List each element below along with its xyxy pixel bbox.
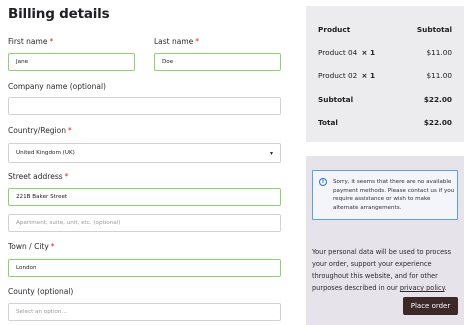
- street-address-line2-field[interactable]: Apartment, suite, unit, etc. (optional): [8, 214, 281, 232]
- order-line-item: Product 02 × 1 $11.00: [318, 70, 452, 80]
- summary-header: Product Subtotal: [318, 24, 452, 34]
- county-select[interactable]: Select an option…: [8, 303, 281, 321]
- first-name-field[interactable]: Jane: [8, 53, 135, 71]
- chevron-down-icon: ▾: [269, 150, 273, 157]
- required-marker: *: [50, 242, 55, 251]
- billing-title: Billing details: [8, 6, 110, 22]
- company-label: Company name (optional): [8, 82, 106, 91]
- town-field[interactable]: London: [8, 259, 281, 277]
- country-label: Country/Region *: [8, 126, 72, 135]
- info-icon: i: [319, 178, 327, 186]
- place-order-button[interactable]: Place order: [403, 297, 458, 315]
- first-name-label: First name *: [8, 37, 54, 46]
- privacy-notice: Your personal data will be used to proce…: [312, 248, 452, 292]
- required-marker: *: [68, 126, 72, 135]
- total-row: Total $22.00: [318, 117, 452, 127]
- payment-section: i Sorry, it seems that there are no avai…: [306, 156, 464, 325]
- billing-section: Billing details First name * Jane Last na…: [0, 0, 290, 325]
- no-payment-methods-notice: i Sorry, it seems that there are no avai…: [312, 170, 458, 220]
- last-name-field[interactable]: Doe: [154, 53, 281, 71]
- required-marker: *: [64, 172, 69, 181]
- privacy-policy-link[interactable]: privacy policy: [400, 284, 445, 292]
- company-field[interactable]: [8, 97, 281, 115]
- last-name-label: Last name *: [154, 37, 200, 46]
- notice-text: Sorry, it seems that there are no availa…: [333, 179, 455, 211]
- subtotal-row: Subtotal $22.00: [318, 94, 452, 104]
- country-select[interactable]: United Kingdom (UK) ▾: [8, 143, 281, 163]
- street-address-field[interactable]: 221B Baker Street: [8, 188, 281, 206]
- street-label: Street address *: [8, 172, 69, 181]
- order-line-item: Product 04 × 1 $11.00: [318, 47, 452, 57]
- required-marker: *: [49, 37, 54, 46]
- required-marker: *: [195, 37, 200, 46]
- county-label: County (optional): [8, 287, 74, 296]
- town-label: Town / City *: [8, 242, 55, 251]
- order-summary: Product Subtotal Product 04 × 1 $11.00 Pr…: [306, 6, 464, 142]
